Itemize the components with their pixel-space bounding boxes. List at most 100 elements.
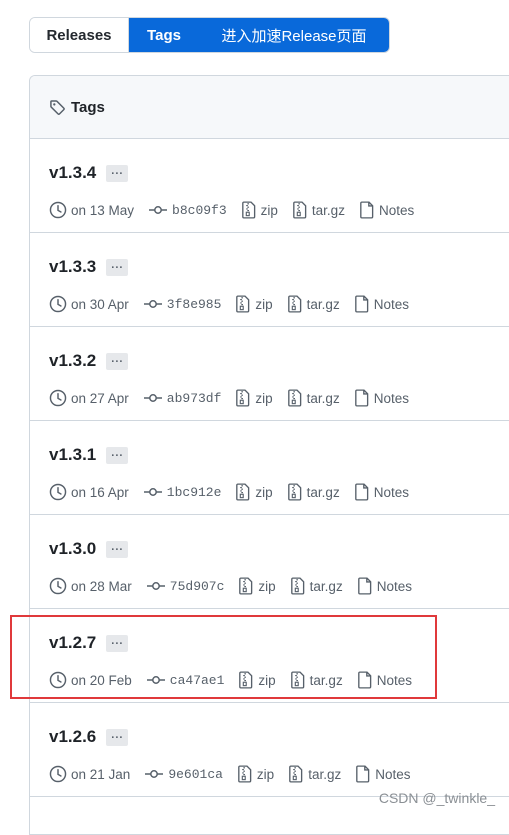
ellipsis-button[interactable]: ... [106, 728, 129, 746]
targz-link[interactable]: tar.gz [287, 483, 340, 501]
accelerate-release-button[interactable]: 进入加速Release页面 [199, 18, 389, 52]
zip-link[interactable]: zip [235, 295, 273, 313]
tag-name-link[interactable]: v1.3.2 [49, 351, 96, 371]
ellipsis-button[interactable]: ... [106, 164, 129, 182]
notes-link[interactable]: Notes [354, 389, 409, 407]
targz-link[interactable]: tar.gz [290, 577, 343, 595]
notes-link[interactable]: Notes [354, 483, 409, 501]
commit-link[interactable]: 75d907c [146, 578, 224, 594]
tag-date-text: on 27 Apr [71, 390, 129, 406]
zip-label: zip [255, 296, 273, 312]
ellipsis-button[interactable]: ... [106, 258, 129, 276]
commit-sha: ab973df [166, 390, 222, 406]
file-zip-icon [290, 577, 304, 595]
ellipsis-button[interactable]: ... [106, 352, 129, 370]
notes-label: Notes [378, 202, 415, 218]
tag-name-link[interactable]: v1.3.1 [49, 445, 96, 465]
file-zip-icon [289, 765, 303, 783]
clock-icon [49, 201, 67, 219]
notes-link[interactable]: Notes [359, 201, 414, 219]
clock-icon [49, 295, 67, 313]
git-commit-icon [143, 394, 162, 402]
notes-link[interactable]: Notes [355, 765, 411, 783]
tag-name-group: v1.3.1 ... [49, 445, 129, 465]
tag-date: on 13 May [49, 201, 134, 219]
tag-name-link[interactable]: v1.2.6 [49, 727, 96, 747]
tags-header: Tags [30, 76, 509, 139]
notes-label: Notes [373, 390, 409, 406]
git-commit-icon [143, 488, 162, 496]
file-icon [356, 765, 370, 783]
commit-sha: 3f8e985 [166, 296, 222, 312]
tag-name-group: v1.3.0 ... [49, 539, 129, 559]
zip-label: zip [260, 202, 278, 218]
file-zip-icon [236, 295, 250, 313]
notes-link[interactable]: Notes [354, 295, 409, 313]
notes-link[interactable]: Notes [357, 577, 412, 595]
clock-icon [49, 577, 67, 595]
commit-link[interactable]: ab973df [143, 390, 222, 406]
tag-date-text: on 30 Apr [71, 296, 129, 312]
zip-link[interactable]: zip [237, 765, 274, 783]
ellipsis-button[interactable]: ... [106, 540, 129, 558]
highlight-box [10, 615, 437, 699]
tag-meta: on 16 Apr 1bc912e zip tar.gz Notes [49, 483, 423, 501]
tag-meta: on 21 Jan 9e601ca zip tar.gz Notes [49, 765, 425, 783]
tag-meta: on 13 May b8c09f3 zip tar.gz Notes [49, 201, 428, 219]
tag-icon [50, 99, 65, 115]
tag-name-group: v1.2.6 ... [49, 727, 129, 747]
file-zip-icon [239, 577, 253, 595]
zip-link[interactable]: zip [238, 577, 276, 595]
file-zip-icon [287, 295, 301, 313]
tag-date-text: on 16 Apr [71, 484, 129, 500]
watermark: CSDN @_twinkle_ [378, 790, 495, 806]
file-icon [357, 577, 372, 595]
tag-date-text: on 21 Jan [71, 766, 131, 782]
tag-meta: on 30 Apr 3f8e985 zip tar.gz Notes [49, 295, 423, 313]
commit-sha: 9e601ca [168, 766, 223, 782]
notes-label: Notes [373, 296, 409, 312]
targz-link[interactable]: tar.gz [287, 389, 340, 407]
release-tabs: Releases Tags 进入加速Release页面 [29, 17, 390, 53]
targz-link[interactable]: tar.gz [287, 295, 340, 313]
file-zip-icon [287, 389, 301, 407]
tag-row: v1.3.3 ... on 30 Apr 3f8e985 zip tar.gz … [30, 233, 509, 327]
tag-name-group: v1.3.2 ... [49, 351, 129, 371]
commit-link[interactable]: b8c09f3 [148, 202, 227, 218]
tag-date: on 21 Jan [49, 765, 130, 783]
targz-link[interactable]: tar.gz [292, 201, 345, 219]
tag-name-link[interactable]: v1.3.4 [49, 163, 96, 183]
commit-link[interactable]: 9e601ca [144, 766, 223, 782]
tag-row: v1.3.4 ... on 13 May b8c09f3 zip tar.gz … [30, 139, 509, 233]
tag-meta: on 28 Mar 75d907c zip tar.gz Notes [49, 577, 426, 595]
file-icon [354, 483, 369, 501]
notes-label: Notes [375, 766, 411, 782]
file-zip-icon [293, 201, 307, 219]
notes-label: Notes [376, 578, 412, 594]
tags-header-title: Tags [71, 98, 105, 116]
tab-releases[interactable]: Releases [30, 18, 129, 52]
zip-label: zip [256, 766, 275, 782]
zip-link[interactable]: zip [241, 201, 278, 219]
zip-link[interactable]: zip [235, 389, 273, 407]
git-commit-icon [146, 582, 165, 590]
git-commit-icon [143, 300, 162, 308]
zip-label: zip [255, 390, 273, 406]
ellipsis-button[interactable]: ... [106, 446, 129, 464]
clock-icon [49, 765, 67, 783]
tab-tags[interactable]: Tags [129, 18, 199, 52]
tag-row: v1.3.0 ... on 28 Mar 75d907c zip tar.gz … [30, 515, 509, 609]
tag-date: on 30 Apr [49, 295, 129, 313]
tag-date: on 27 Apr [49, 389, 129, 407]
tag-name-link[interactable]: v1.3.3 [49, 257, 96, 277]
targz-link[interactable]: tar.gz [288, 765, 341, 783]
commit-link[interactable]: 3f8e985 [143, 296, 222, 312]
file-zip-icon [236, 483, 250, 501]
git-commit-icon [145, 770, 164, 778]
zip-link[interactable]: zip [235, 483, 273, 501]
commit-sha: 1bc912e [166, 484, 222, 500]
tag-name-group: v1.3.4 ... [49, 163, 129, 183]
targz-label: tar.gz [306, 484, 340, 500]
tag-name-link[interactable]: v1.3.0 [49, 539, 96, 559]
commit-link[interactable]: 1bc912e [143, 484, 222, 500]
